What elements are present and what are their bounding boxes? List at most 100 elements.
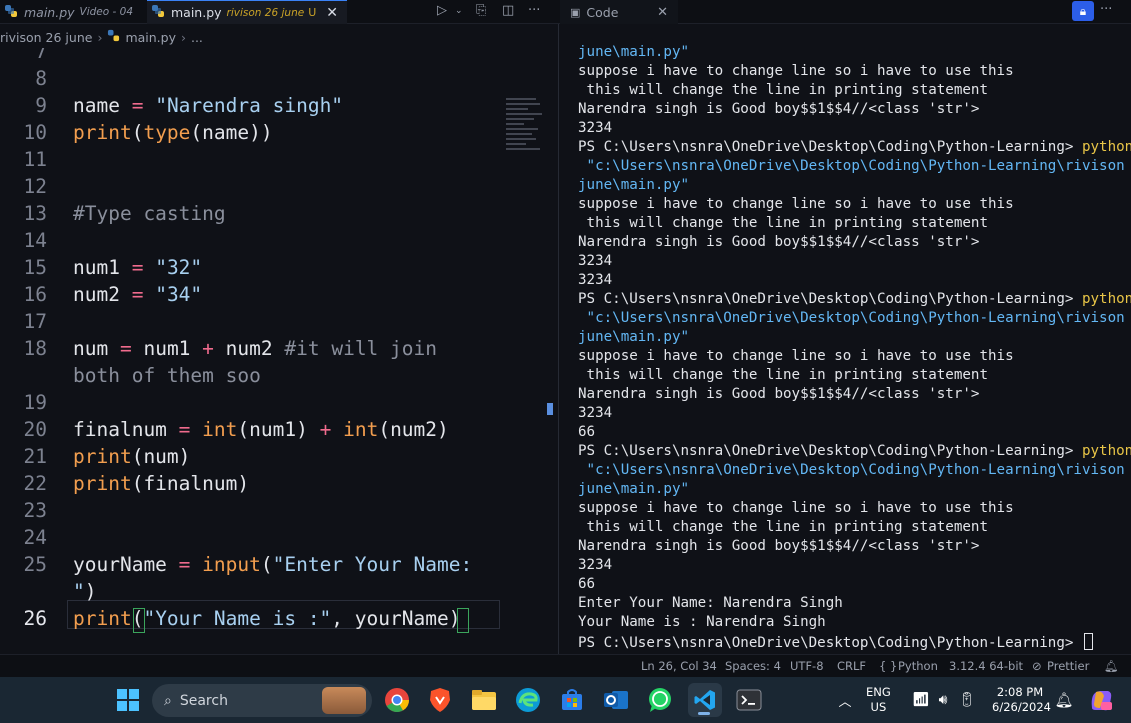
- date: 6/26/2024: [992, 700, 1051, 714]
- lock-icon[interactable]: 🔒︎: [1072, 1, 1094, 21]
- microsoft-store-icon[interactable]: [557, 685, 587, 715]
- terminal-line: 3234: [578, 405, 613, 421]
- terminal-line: june\main.py": [578, 177, 690, 193]
- terminal-line: Narendra singh is Good boy$$1$$4//<class…: [578, 234, 980, 250]
- terminal-line: Narendra singh is Good boy$$1$$4//<class…: [578, 101, 980, 117]
- notification-bell-icon[interactable]: 🔔︎: [1049, 685, 1079, 715]
- python-file-icon: [151, 4, 165, 21]
- run-icon[interactable]: ▷: [437, 3, 447, 18]
- code-line[interactable]: yourName = input("Enter Your Name:: [73, 553, 472, 576]
- search-icon: ⌕: [164, 692, 172, 709]
- terminal-panel-tab[interactable]: ▣ Code ✕: [560, 0, 678, 24]
- close-icon[interactable]: ✕: [326, 5, 338, 21]
- breadcrumb-more[interactable]: ...: [191, 30, 203, 45]
- line-number: 18: [23, 337, 47, 360]
- more-actions-icon[interactable]: ···: [528, 3, 540, 18]
- code-editor[interactable]: 7 8 9 name = "Narendra singh" 10 print(type(n…: [0, 48, 558, 654]
- terminal-line: this will change the line in printing st…: [578, 215, 988, 231]
- code-line[interactable]: num = num1 + num2 #it will join: [73, 337, 437, 360]
- python-file-icon: [4, 4, 18, 21]
- copilot-icon[interactable]: [1086, 685, 1116, 715]
- windows-start-icon[interactable]: [113, 685, 143, 715]
- code-line[interactable]: print(finalnum): [73, 472, 249, 495]
- terminal-line: Enter Your Name: Narendra Singh: [578, 595, 843, 611]
- outlook-icon[interactable]: [601, 685, 631, 715]
- breadcrumb-folder[interactable]: rivison 26 june: [0, 30, 92, 45]
- vscode-icon[interactable]: [688, 683, 722, 717]
- code-line[interactable]: both of them soo: [73, 364, 261, 387]
- bell-icon[interactable]: 🔔︎: [1104, 659, 1119, 673]
- line-number: 23: [23, 499, 47, 522]
- terminal-line: suppose i have to change line so i have …: [578, 500, 1014, 516]
- terminal-line: this will change the line in printing st…: [578, 519, 988, 535]
- line-number: 22: [23, 472, 47, 495]
- whatsapp-icon[interactable]: [645, 685, 675, 715]
- terminal-line: Your Name is : Narendra Singh: [578, 614, 826, 630]
- tab-label: main.py: [24, 4, 75, 20]
- search-label: Search: [179, 692, 228, 709]
- line-number: 10: [23, 121, 47, 144]
- terminal-app-icon[interactable]: [734, 685, 764, 715]
- language-mode[interactable]: Python: [898, 659, 938, 673]
- braces-icon: { }: [879, 659, 898, 673]
- scrollbar-marker[interactable]: [547, 403, 553, 415]
- code-line[interactable]: finalnum = int(num1) + int(num2): [73, 418, 449, 441]
- brave-icon[interactable]: [425, 685, 455, 715]
- code-line[interactable]: num2 = "34": [73, 283, 202, 306]
- terminal-line: 66: [578, 424, 596, 440]
- line-number: 21: [23, 445, 47, 468]
- code-line[interactable]: "): [73, 580, 97, 603]
- line-number: 26: [23, 607, 47, 630]
- language-indicator[interactable]: ENG US: [866, 685, 891, 715]
- code-line[interactable]: #Type casting: [73, 202, 226, 225]
- encoding-setting[interactable]: UTF-8: [790, 659, 824, 673]
- terminal-output[interactable]: june\main.py" suppose i have to change li…: [559, 24, 1131, 654]
- modified-badge: U: [308, 6, 317, 19]
- line-number: 24: [23, 526, 47, 549]
- breadcrumb-file[interactable]: main.py: [125, 30, 176, 45]
- taskbar-search[interactable]: ⌕ Search: [152, 684, 372, 717]
- terminal-line: Narendra singh is Good boy$$1$$4//<class…: [578, 386, 980, 402]
- clock[interactable]: 2:08 PM 6/26/2024: [992, 685, 1051, 715]
- chevron-down-icon[interactable]: ⌄: [455, 6, 463, 16]
- language-top: ENG: [866, 685, 891, 699]
- line-number: 7: [35, 48, 47, 63]
- code-line[interactable]: print("Your Name is :", yourName): [73, 607, 460, 630]
- line-number: 8: [35, 67, 47, 90]
- line-number: 17: [23, 310, 47, 333]
- terminal-line: PS C:\Users\nsnra\OneDrive\Desktop\Codin…: [578, 291, 1131, 307]
- terminal-icon: ▣: [570, 5, 581, 19]
- code-line[interactable]: name = "Narendra singh": [73, 94, 343, 117]
- chevron-up-icon[interactable]: ︿: [830, 685, 860, 715]
- formatter-status[interactable]: Prettier: [1047, 659, 1089, 673]
- line-number: 25: [23, 553, 47, 576]
- close-icon[interactable]: ✕: [657, 5, 668, 20]
- panel-tab-label: Code: [586, 4, 619, 20]
- minimap[interactable]: [506, 98, 542, 168]
- tab-main-py-rivison[interactable]: main.py rivison 26 june U ✕: [147, 0, 347, 24]
- code-line[interactable]: print(num): [73, 445, 190, 468]
- editor-tab-bar: main.py Video - 04 main.py rivison 26 ju…: [0, 0, 1131, 24]
- line-number: 9: [35, 94, 47, 117]
- battery-icon[interactable]: 🔋︎: [952, 685, 982, 715]
- eol-setting[interactable]: CRLF: [837, 659, 866, 673]
- indentation-setting[interactable]: Spaces: 4: [725, 659, 781, 673]
- code-line[interactable]: print(type(name)): [73, 121, 273, 144]
- tab-description: Video - 04: [79, 6, 134, 18]
- code-line[interactable]: num1 = "32": [73, 256, 202, 279]
- line-number: 14: [23, 229, 47, 252]
- file-explorer-icon[interactable]: [469, 685, 499, 715]
- cursor-position[interactable]: Ln 26, Col 34: [641, 659, 717, 673]
- compare-icon[interactable]: ⎘: [476, 3, 486, 18]
- line-number: 11: [23, 148, 47, 171]
- edge-icon[interactable]: [513, 685, 543, 715]
- terminal-line: june\main.py": [578, 44, 690, 60]
- python-interpreter[interactable]: 3.12.4 64-bit: [949, 659, 1023, 673]
- terminal-line: this will change the line in printing st…: [578, 82, 988, 98]
- terminal-line: "c:\Users\nsnra\OneDrive\Desktop\Coding\…: [578, 462, 1131, 478]
- chrome-icon[interactable]: [382, 685, 412, 715]
- chevron-right-icon: ›: [180, 29, 186, 45]
- split-editor-icon[interactable]: ◫: [502, 3, 514, 18]
- tab-main-py-video[interactable]: main.py Video - 04: [0, 0, 146, 24]
- more-actions-icon[interactable]: ···: [1100, 2, 1112, 17]
